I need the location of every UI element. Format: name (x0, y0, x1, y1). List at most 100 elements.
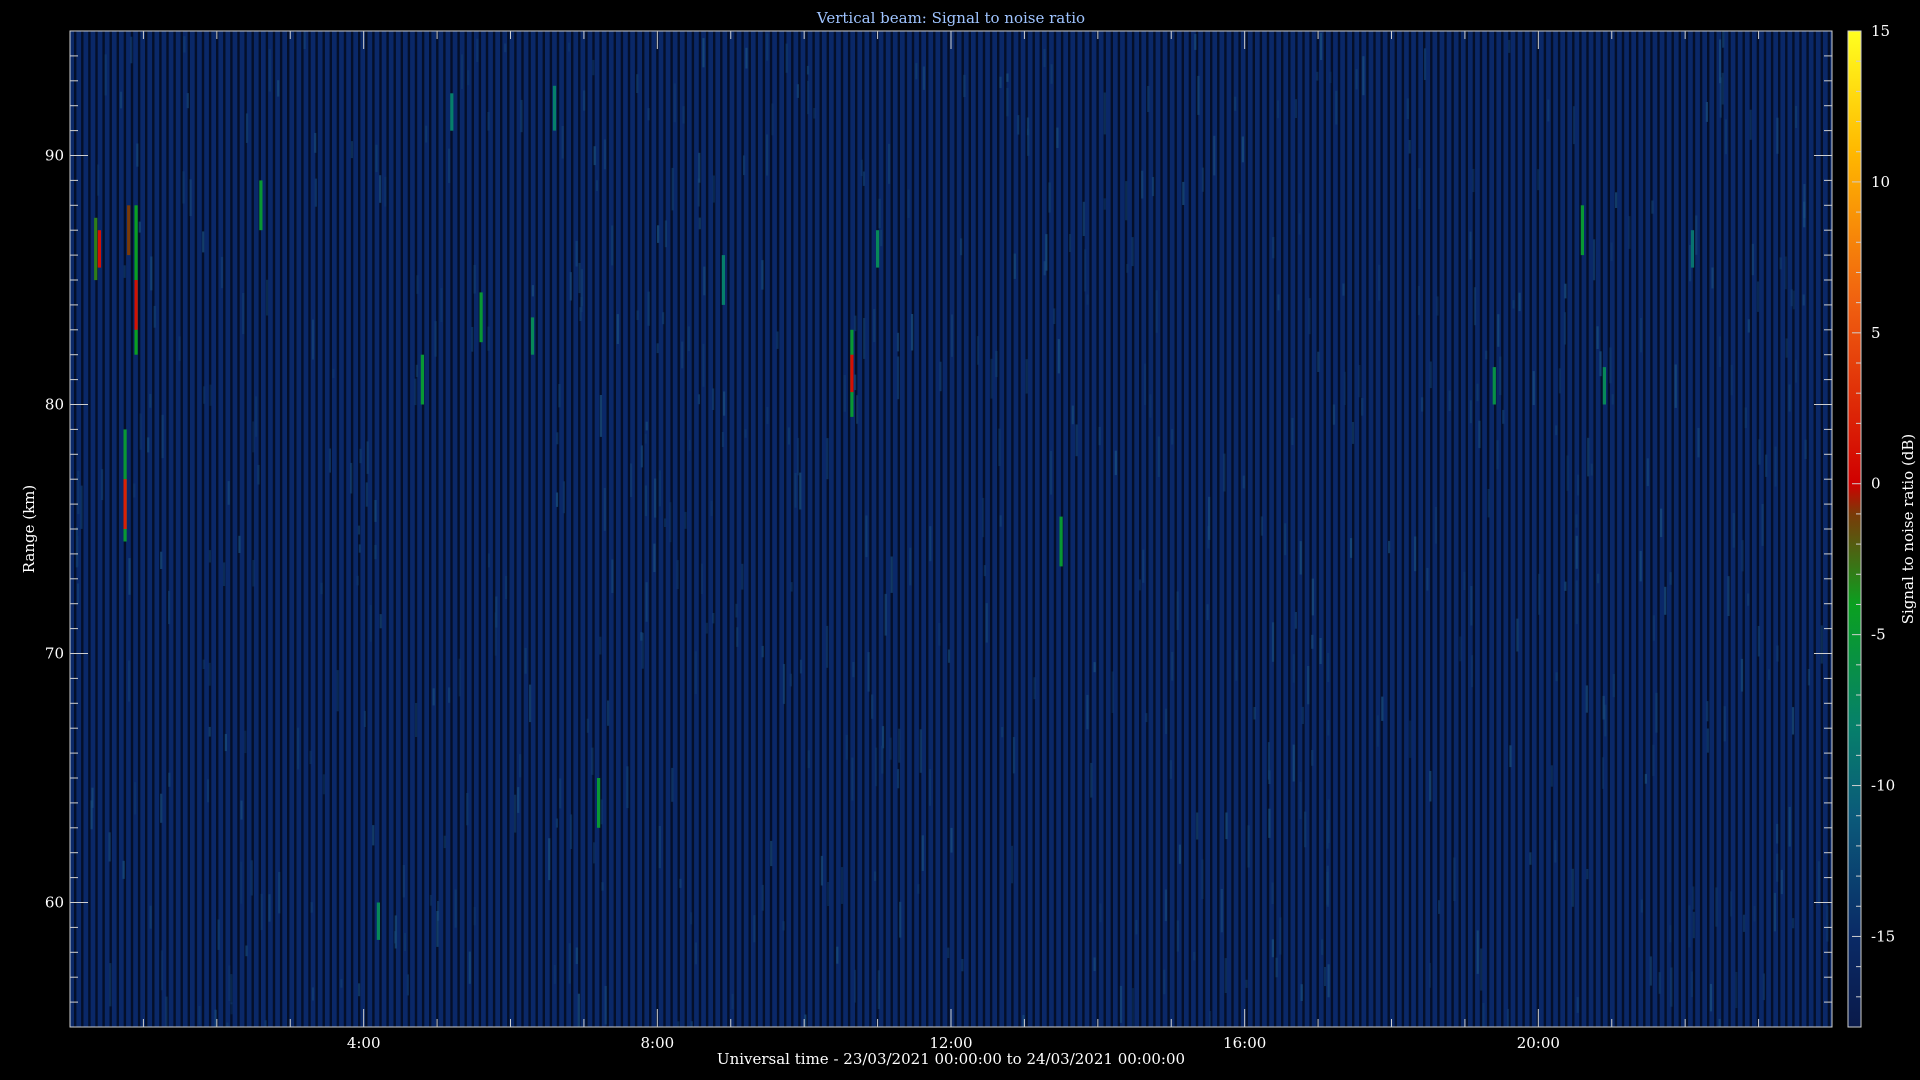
gap-stripe (1039, 31, 1042, 1027)
noise-speckle (999, 76, 1002, 88)
snr-event-22 (1602, 367, 1606, 405)
gap-stripe (1068, 31, 1071, 1027)
noise-speckle (1327, 964, 1330, 998)
gap-stripe (1778, 31, 1781, 1027)
gap-stripe (1281, 31, 1284, 1027)
noise-speckle (1674, 364, 1677, 408)
noise-speckle (160, 793, 163, 823)
colorbar-tick-label: -5 (1871, 626, 1886, 644)
noise-speckle (1012, 737, 1016, 774)
noise-speckle (982, 497, 985, 538)
noise-speckle (230, 1002, 233, 1015)
gap-stripe (436, 31, 439, 1027)
noise-speckle (827, 882, 830, 906)
noise-speckle (1327, 799, 1330, 844)
noise-speckle (473, 264, 476, 294)
noise-speckle (592, 59, 595, 76)
noise-speckle (593, 842, 596, 864)
noise-speckle (168, 590, 171, 625)
noise-speckle (698, 217, 701, 230)
noise-speckle (1311, 634, 1314, 649)
noise-speckle (202, 231, 205, 253)
noise-speckle (1664, 586, 1667, 615)
noise-speckle (1453, 857, 1456, 901)
noise-speckle (569, 272, 572, 301)
x-tick-label: 8:00 (640, 1034, 674, 1052)
noise-speckle (702, 38, 705, 68)
gap-stripe (1806, 31, 1809, 1027)
noise-speckle (1802, 294, 1805, 306)
gap-stripe (272, 31, 276, 1027)
noise-speckle (640, 445, 643, 468)
noise-speckle (595, 180, 598, 191)
gap-stripe (223, 31, 226, 1027)
y-tick-label: 70 (45, 645, 64, 663)
noise-speckle (223, 562, 226, 586)
gap-stripe (1600, 31, 1603, 1027)
snr-event-7 (259, 180, 263, 231)
noise-speckle (425, 125, 428, 143)
noise-speckle (1277, 294, 1280, 311)
gap-stripe (1146, 31, 1149, 1027)
noise-speckle (852, 662, 855, 678)
noise-speckle (1176, 591, 1179, 630)
gap-stripe (1330, 31, 1334, 1027)
noise-speckle (504, 575, 508, 600)
noise-speckle (208, 726, 211, 737)
gap-stripe (1004, 31, 1007, 1027)
gap-stripe (961, 31, 964, 1027)
noise-speckle (856, 395, 859, 424)
gap-stripe (450, 31, 453, 1027)
colorbar-tick-label: 10 (1871, 173, 1890, 191)
noise-speckle (268, 49, 271, 92)
noise-speckle (1291, 417, 1294, 445)
noise-speckle (1423, 48, 1427, 80)
noise-speckle (432, 688, 435, 706)
noise-speckle (1785, 338, 1788, 358)
noise-speckle (434, 321, 437, 357)
noise-speckle (919, 729, 922, 773)
noise-speckle (1271, 882, 1274, 904)
noise-speckle (310, 902, 313, 913)
gap-stripe (911, 31, 915, 1027)
noise-speckle (700, 563, 704, 594)
noise-speckle (995, 350, 998, 378)
gap-stripe (1657, 31, 1660, 1027)
gap-stripe (421, 31, 425, 1027)
gap-stripe (1053, 31, 1057, 1027)
gap-stripe (1046, 31, 1050, 1027)
gap-stripe (1217, 31, 1220, 1027)
gap-stripe (1742, 31, 1745, 1027)
noise-speckle (1429, 770, 1432, 802)
noise-speckle (104, 54, 107, 96)
gap-stripe (81, 31, 84, 1027)
noise-speckle (1555, 672, 1558, 682)
gap-stripe (1692, 31, 1696, 1027)
noise-speckle (363, 710, 366, 727)
noise-speckle (664, 220, 667, 248)
noise-speckle (1611, 394, 1614, 405)
noise-speckle (134, 782, 137, 815)
gap-stripe (776, 31, 780, 1027)
noise-speckle (1043, 49, 1046, 68)
noise-speckle (448, 687, 451, 703)
noise-speckle (1142, 549, 1145, 583)
noise-speckle (1669, 572, 1672, 585)
y-axis-label: Range (km) (20, 485, 38, 574)
noise-speckle (1502, 409, 1505, 424)
gap-stripe (1195, 31, 1199, 1027)
noise-speckle (359, 448, 362, 464)
noise-speckle (1518, 292, 1521, 312)
noise-speckle (136, 143, 139, 167)
noise-speckle (1780, 869, 1783, 895)
noise-speckle (1476, 930, 1479, 974)
gap-stripe (720, 31, 723, 1027)
noise-speckle (899, 901, 902, 938)
gap-stripe (1401, 31, 1405, 1027)
noise-speckle (514, 794, 517, 833)
noise-speckle (881, 726, 885, 749)
noise-speckle (1143, 363, 1147, 405)
noise-speckle (1225, 812, 1228, 840)
noise-speckle (416, 275, 419, 294)
noise-speckle (220, 256, 224, 289)
